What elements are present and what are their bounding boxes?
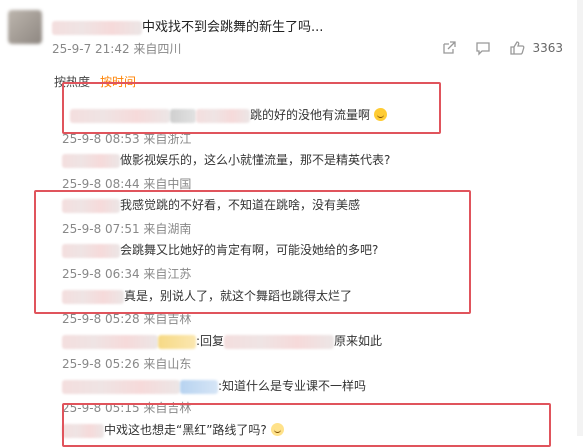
- post-author-name-blurred: [52, 20, 142, 35]
- comment-text: 做影视娱乐的，这么小就懂流量，那不是精英代表?: [62, 151, 390, 168]
- comment-text: :回复 原来如此: [62, 332, 382, 349]
- highlight-box: [34, 190, 471, 314]
- like-icon[interactable]: [508, 39, 526, 57]
- commenter-name-blurred: [62, 153, 120, 168]
- comment-icon[interactable]: [474, 39, 492, 57]
- like-count: 3363: [532, 41, 563, 55]
- commenter-name-blurred: [180, 379, 218, 394]
- post-title-text: 中戏找不到会跳舞的新生了吗...: [142, 20, 324, 35]
- post-title: 中戏找不到会跳舞的新生了吗...: [52, 16, 323, 35]
- share-icon[interactable]: [440, 39, 458, 57]
- highlight-box: [62, 403, 551, 447]
- commenter-name-blurred: [62, 379, 180, 394]
- post-actions: 3363: [440, 39, 563, 57]
- post-author-avatar[interactable]: [8, 10, 42, 44]
- comment-text: :知道什么是专业课不一样吗: [62, 377, 366, 394]
- post-meta: 25-9-7 21:42 来自四川: [52, 42, 182, 56]
- commenter-name-blurred: [158, 334, 196, 349]
- commenter-name-blurred: [62, 334, 158, 349]
- reply-target-name-blurred: [224, 334, 335, 349]
- highlight-box: [62, 82, 441, 134]
- scrollbar[interactable]: [577, 0, 583, 436]
- comment-meta: 25-9-8 05:26 来自山东: [62, 357, 192, 371]
